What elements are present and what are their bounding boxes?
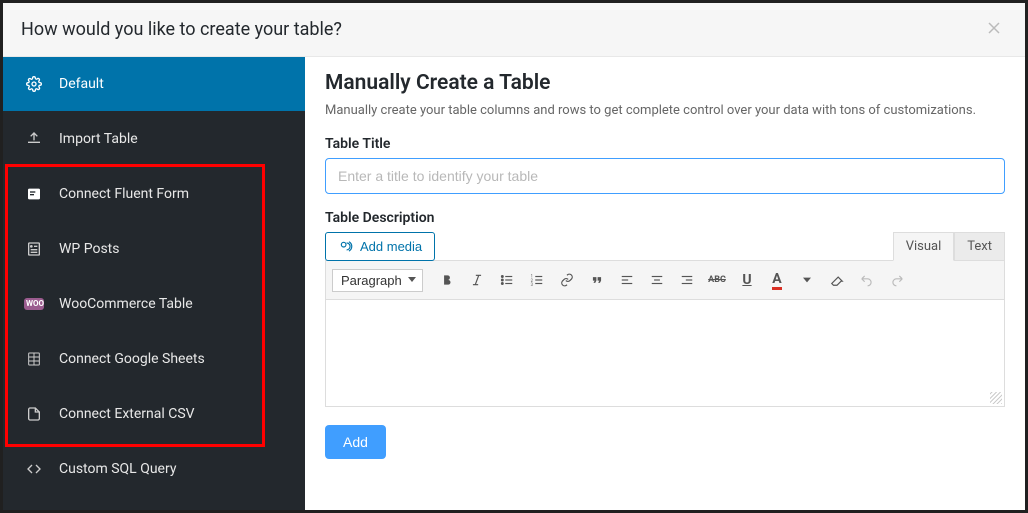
sidebar-item-google-sheets[interactable]: Connect Google Sheets (3, 332, 305, 387)
editor-toolbar: Paragraph 123 ABC U A (325, 260, 1005, 300)
sidebar-item-external-csv[interactable]: Connect External CSV (3, 387, 305, 442)
strikethrough-icon: ABC (708, 275, 726, 285)
form-icon (25, 185, 43, 203)
add-button[interactable]: Add (325, 425, 386, 459)
csv-icon (25, 405, 43, 423)
format-select[interactable]: Paragraph (332, 269, 423, 292)
align-left-button[interactable] (613, 266, 641, 294)
upload-icon (25, 130, 43, 148)
redo-button[interactable] (883, 266, 911, 294)
undo-button[interactable] (853, 266, 881, 294)
sidebar: Default Import Table Connect Fluent Form… (3, 57, 305, 510)
sidebar-item-label: WooCommerce Table (59, 296, 193, 312)
clear-format-button[interactable] (823, 266, 851, 294)
align-left-icon (620, 273, 634, 287)
main-title: Manually Create a Table (325, 71, 1005, 95)
undo-icon (860, 273, 874, 287)
quote-button[interactable] (583, 266, 611, 294)
description-label: Table Description (325, 210, 1005, 226)
resize-handle[interactable] (990, 392, 1002, 404)
underline-icon: U (742, 272, 751, 288)
link-button[interactable] (553, 266, 581, 294)
numbered-list-button[interactable]: 123 (523, 266, 551, 294)
sidebar-item-label: Default (59, 76, 104, 92)
woo-icon: WOO (25, 295, 43, 313)
sheets-icon (25, 350, 43, 368)
chevron-down-icon (803, 276, 811, 284)
link-icon (560, 273, 574, 287)
sidebar-item-label: Connect External CSV (59, 406, 195, 422)
posts-icon (25, 240, 43, 258)
align-center-button[interactable] (643, 266, 671, 294)
close-button[interactable] (981, 17, 1007, 42)
align-right-icon (680, 273, 694, 287)
text-color-button[interactable]: A (763, 266, 791, 294)
add-media-label: Add media (360, 239, 422, 254)
underline-button[interactable]: U (733, 266, 761, 294)
editor-textarea[interactable] (325, 300, 1005, 407)
add-media-button[interactable]: Add media (325, 232, 435, 261)
text-color-dropdown[interactable] (793, 266, 821, 294)
redo-icon (890, 273, 904, 287)
sidebar-item-default[interactable]: Default (3, 57, 305, 112)
bold-button[interactable] (433, 266, 461, 294)
editor-tabs: Visual Text (893, 232, 1005, 261)
close-icon (987, 21, 1001, 35)
text-color-icon: A (772, 271, 781, 290)
sidebar-item-woocommerce[interactable]: WOO WooCommerce Table (3, 277, 305, 332)
media-icon (338, 240, 354, 254)
sidebar-item-label: WP Posts (59, 241, 119, 257)
create-table-modal: How would you like to create your table?… (0, 0, 1028, 513)
bullet-list-icon (500, 273, 514, 287)
tab-visual[interactable]: Visual (893, 232, 955, 261)
gear-icon (25, 75, 43, 93)
main-subtitle: Manually create your table columns and r… (325, 103, 1005, 118)
modal-title: How would you like to create your table? (21, 19, 342, 40)
italic-icon (470, 273, 484, 287)
strikethrough-button[interactable]: ABC (703, 266, 731, 294)
sidebar-item-sql[interactable]: Custom SQL Query (3, 442, 305, 497)
sidebar-item-fluent-form[interactable]: Connect Fluent Form (3, 167, 305, 222)
code-icon (25, 460, 43, 478)
svg-text:3: 3 (531, 282, 534, 287)
sidebar-item-label: Connect Fluent Form (59, 186, 189, 202)
sidebar-item-import[interactable]: Import Table (3, 112, 305, 167)
numbered-list-icon: 123 (530, 273, 544, 287)
bold-icon (440, 273, 454, 287)
sidebar-item-wp-posts[interactable]: WP Posts (3, 222, 305, 277)
sidebar-item-label: Connect Google Sheets (59, 351, 205, 367)
tab-text[interactable]: Text (954, 232, 1005, 261)
eraser-icon (830, 273, 844, 287)
modal-body: Default Import Table Connect Fluent Form… (3, 57, 1025, 510)
main-panel: Manually Create a Table Manually create … (305, 57, 1025, 510)
italic-button[interactable] (463, 266, 491, 294)
bullet-list-button[interactable] (493, 266, 521, 294)
table-title-input[interactable] (325, 158, 1005, 194)
quote-icon (590, 273, 604, 287)
title-label: Table Title (325, 136, 1005, 152)
sidebar-item-label: Import Table (59, 131, 138, 147)
editor-header-row: Add media Visual Text (325, 232, 1005, 261)
align-right-button[interactable] (673, 266, 701, 294)
align-center-icon (650, 273, 664, 287)
modal-header: How would you like to create your table? (3, 3, 1025, 57)
sidebar-item-label: Custom SQL Query (59, 461, 176, 477)
